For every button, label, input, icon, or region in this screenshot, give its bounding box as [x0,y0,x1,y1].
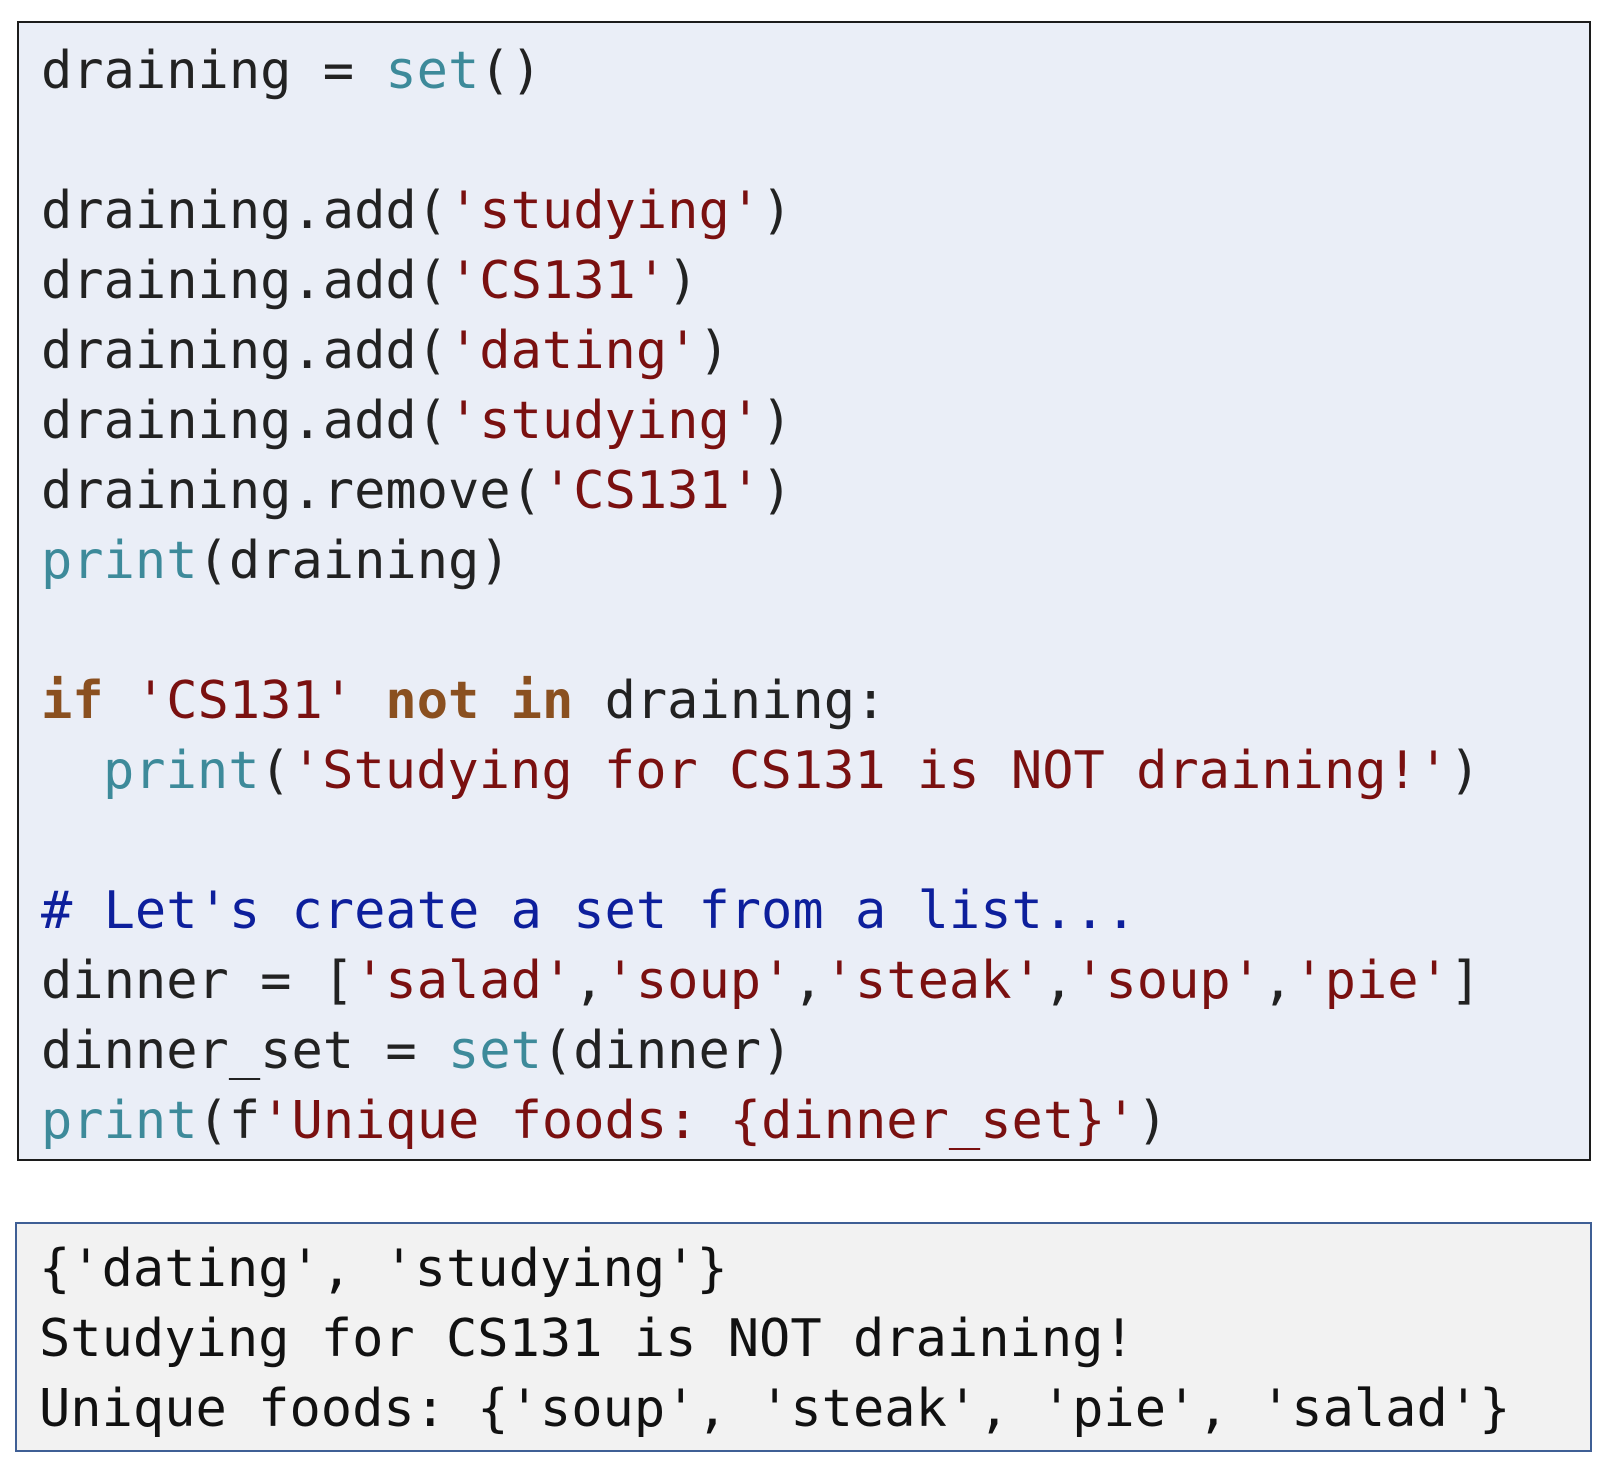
code-line-11: print('Studying for CS131 is NOT drainin… [41,736,1579,806]
string-token: 'studying' [448,391,762,451]
code-line-13: # Let's create a set from a list... [41,876,1579,946]
code-line-5: draining.add('dating') [41,316,1579,386]
code-token: , [1262,951,1294,1011]
code-line-10: if 'CS131' not in draining: [41,666,1579,736]
code-token: draining = [41,41,386,101]
comment-token: # Let's create a set from a list... [41,881,1137,941]
output-lines: {'dating', 'studying'} Studying for CS13… [39,1234,1580,1444]
code-token: dinner_set = [41,1021,448,1081]
string-token: 'CS131' [134,671,355,731]
string-token: 'Unique foods: {dinner_set}' [260,1091,1137,1151]
string-token: 'soup' [604,951,793,1011]
string-token: 'dating' [448,321,699,381]
code-line-8: print(draining) [41,526,1579,596]
code-token: , [1042,951,1075,1011]
code-token: (draining) [197,531,511,591]
code-token: , [792,951,824,1011]
builtin-token: print [103,741,260,801]
code-token: ) [1136,1091,1169,1151]
code-token: (dinner) [541,1021,793,1081]
builtin-token: set [385,41,480,101]
code-token: draining.add( [41,251,448,311]
code-token: , [573,951,605,1011]
string-token: 'salad' [354,951,574,1011]
code-cell[interactable]: draining = set() draining.add('studying'… [17,21,1591,1161]
code-token: draining.add( [41,391,448,451]
code-token: draining.remove( [41,461,542,521]
keyword-token: in [510,671,574,731]
code-line-16: print(f'Unique foods: {dinner_set}') [41,1086,1579,1156]
output-line-1: {'dating', 'studying'} [39,1239,728,1299]
code-token: () [479,41,542,101]
code-token: ] [1449,951,1482,1011]
code-line-4: draining.add('CS131') [41,246,1579,316]
output-line-3: Unique foods: {'soup', 'steak', 'pie', '… [39,1379,1511,1439]
string-token: 'steak' [823,951,1043,1011]
string-token: 'Studying for CS131 is NOT draining!' [290,741,1450,801]
string-token: 'studying' [448,181,762,241]
code-line-15: dinner_set = set(dinner) [41,1016,1579,1086]
code-line-1: draining = set() [41,36,1579,106]
code-token: ) [1449,741,1481,801]
code-token: (f [197,1091,261,1151]
keyword-token: not [385,671,480,731]
code-token: ) [761,391,793,451]
code-line-7: draining.remove('CS131') [41,456,1579,526]
code-token: draining: [573,671,887,731]
code-token: ) [698,321,730,381]
output-box: {'dating', 'studying'} Studying for CS13… [15,1222,1592,1452]
string-token: 'pie' [1293,951,1450,1011]
code-token: ) [761,461,793,521]
code-token: ( [259,741,291,801]
code-lines: draining = set() draining.add('studying'… [41,36,1579,1156]
builtin-token: print [41,531,198,591]
string-token: 'soup' [1074,951,1263,1011]
code-line-3: draining.add('studying') [41,176,1579,246]
string-token: 'CS131' [541,461,762,521]
code-token: ) [761,181,793,241]
string-token: 'CS131' [448,251,668,311]
code-token: draining.add( [41,321,448,381]
code-token: dinner = [ [41,951,355,1011]
code-line-6: draining.add('studying') [41,386,1579,456]
code-token: draining.add( [41,181,448,241]
output-line-2: Studying for CS131 is NOT draining! [39,1309,1135,1369]
code-line-14: dinner = ['salad','soup','steak','soup',… [41,946,1579,1016]
builtin-token: set [448,1021,542,1081]
builtin-token: print [41,1091,198,1151]
code-token: ) [667,251,699,311]
keyword-token: if [41,671,104,731]
